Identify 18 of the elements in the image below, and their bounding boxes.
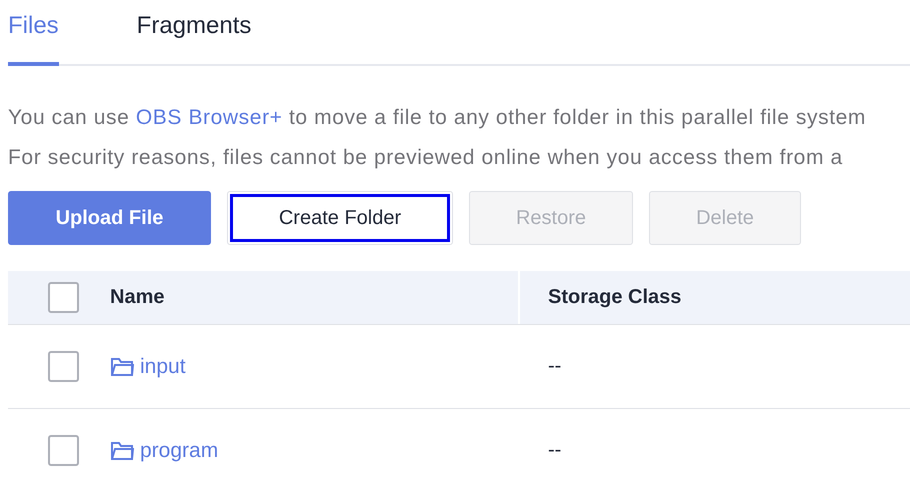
create-folder-button[interactable]: Create Folder: [227, 191, 453, 245]
folder-icon: [110, 356, 134, 378]
column-header: Name: [110, 286, 164, 309]
notice-text: You can use OBS Browser+ to move a file to any other folder in this parallel file system: [8, 106, 868, 129]
table-cell: --: [548, 355, 562, 378]
column-header: Storage Class: [548, 286, 682, 309]
obs-browser-link[interactable]: OBS Browser+: [136, 106, 283, 129]
folder-link[interactable]: input: [110, 354, 186, 378]
select-all-checkbox[interactable]: [48, 282, 79, 313]
table-cell: --: [548, 439, 562, 462]
folder-icon: [110, 440, 134, 462]
row-checkbox[interactable]: [48, 435, 79, 466]
tab[interactable]: Fragments: [136, 0, 252, 66]
notice-text: For security reasons, files cannot be previewed online when you access them from a: [8, 146, 844, 169]
row-checkbox[interactable]: [48, 351, 79, 382]
upload-file-button[interactable]: Upload File: [8, 191, 211, 245]
folder-link[interactable]: program: [110, 438, 218, 462]
tab[interactable]: Files: [8, 0, 59, 66]
